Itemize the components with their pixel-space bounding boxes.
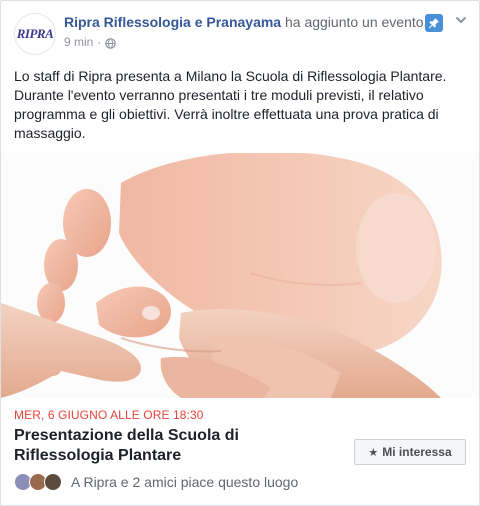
social-context: A Ripra e 2 amici piace questo luogo [14, 473, 298, 491]
social-context-text: A Ripra e 2 amici piace questo luogo [71, 474, 299, 490]
page-name-link[interactable]: Ripra Riflessologia e Pranayama [64, 14, 281, 30]
post-body-text: Lo staff di Ripra presenta a Milano la S… [14, 68, 447, 141]
friend-avatar[interactable] [44, 473, 62, 491]
page-avatar[interactable]: RIPRA [14, 13, 56, 55]
post-action-text: ha aggiunto un evento. [284, 14, 428, 30]
avatar-logo-text: RIPRA [16, 26, 54, 41]
event-post-card: RIPRA Ripra Riflessologia e Pranayama ha… [0, 0, 480, 506]
pin-icon[interactable] [425, 14, 443, 32]
post-header: RIPRA Ripra Riflessologia e Pranayama ha… [1, 1, 479, 63]
event-date: MER, 6 GIUGNO ALLE ORE 18:30 [14, 408, 204, 422]
meta-separator: · [97, 35, 102, 49]
interested-button-label: Mi interessa [382, 445, 452, 459]
star-icon: ★ [368, 446, 379, 459]
event-cover-image[interactable] [1, 153, 479, 398]
post-headline: Ripra Riflessologia e Pranayama ha aggiu… [64, 13, 444, 31]
chevron-down-icon[interactable] [454, 13, 468, 27]
event-title-link[interactable]: Presentazione della Scuola di Riflessolo… [14, 426, 334, 466]
friend-avatars [14, 473, 62, 491]
post-timestamp[interactable]: 9 min [64, 34, 93, 50]
globe-icon [105, 37, 117, 49]
post-meta: 9 min · [64, 34, 117, 50]
interested-button[interactable]: ★ Mi interessa [354, 439, 466, 465]
